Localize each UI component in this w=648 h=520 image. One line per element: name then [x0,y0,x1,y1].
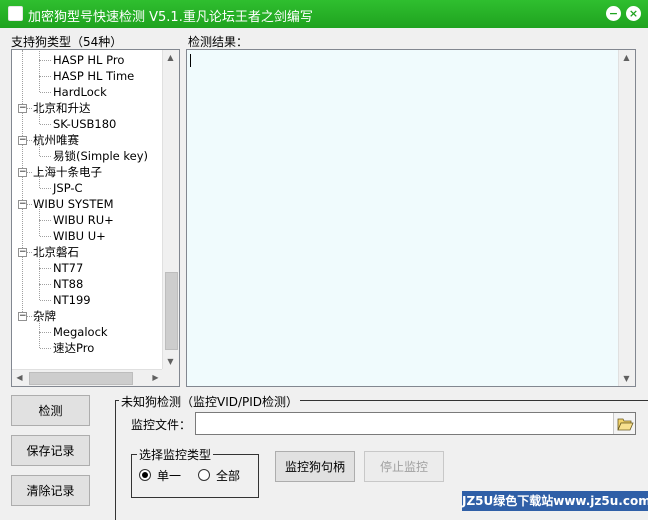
tree-branch-line [40,268,51,269]
tree-leaf-item[interactable]: NT77 [53,260,83,276]
tree-viewport: HASP HL Pro HASP HL Time HardLock − 北京和升达 SK-… [12,50,163,369]
monitor-file-label: 监控文件： [131,418,192,432]
tree-branch-line [40,92,51,93]
tree-collapse-icon[interactable]: − [18,248,27,257]
result-textarea[interactable]: ▲ ▼ [186,49,636,387]
tree-branch-line [27,204,32,205]
tree-leaf-item[interactable]: SK-USB180 [53,116,116,132]
tree-child-line [39,332,40,348]
scroll-left-icon[interactable]: ◀ [12,370,27,385]
tree-child-line [39,60,40,76]
tree-branch-line [40,348,51,349]
supported-types-caption: 支持狗类型（54种） [11,35,123,49]
tree-leaf-item[interactable]: WIBU U+ [53,228,106,244]
title-bar[interactable]: 加密狗型号快速检测 V5.1.重凡论坛王者之剑编写 − × [0,0,648,28]
tree-branch-line [40,124,51,125]
scroll-thumb[interactable] [165,272,178,350]
scroll-corner [162,369,179,386]
clear-log-button[interactable]: 清除记录 [11,475,90,506]
minimize-button[interactable]: − [606,6,621,21]
tree-child-line [39,204,40,220]
monitor-handle-button[interactable]: 监控狗句柄 [275,451,355,482]
radio-single[interactable] [139,469,151,481]
tree-child-line [39,140,40,156]
tree-child-line [39,252,40,268]
tree-child-line [39,316,40,332]
radio-all[interactable] [198,469,210,481]
save-log-button[interactable]: 保存记录 [11,435,90,466]
tree-branch-line [40,300,51,301]
tree-branch-line [40,76,51,77]
browse-button[interactable] [613,413,635,434]
tree-collapse-icon[interactable]: − [18,312,27,321]
tree-branch-line [27,108,32,109]
hscroll-thumb[interactable] [29,372,133,385]
text-caret [190,54,191,67]
tree-branch-line [27,140,32,141]
tree-horizontal-scrollbar[interactable]: ◀ ▶ [12,369,163,386]
monitor-file-input[interactable] [195,412,636,435]
tree-leaf-item[interactable]: HASP HL Pro [53,52,124,68]
tree-leaf-item[interactable]: HardLock [53,84,107,100]
tree-child-line [39,220,40,236]
window-title: 加密狗型号快速检测 V5.1.重凡论坛王者之剑编写 [28,10,313,25]
tree-leaf-item[interactable]: JSP-C [53,180,83,196]
tree-leaf-item[interactable]: WIBU RU+ [53,212,114,228]
scroll-right-icon[interactable]: ▶ [148,370,163,385]
tree-child-line [39,76,40,92]
tree-vertical-scrollbar[interactable]: ▲ ▼ [162,50,179,369]
tree-collapse-icon[interactable]: − [18,104,27,113]
tree-group-item[interactable]: WIBU SYSTEM [33,196,114,212]
tree-child-line [39,268,40,284]
tree-branch-line [27,252,32,253]
close-button[interactable]: × [626,6,641,21]
tree-branch-line [40,236,51,237]
tree-branch-line [40,332,51,333]
scroll-up-icon[interactable]: ▲ [619,50,634,65]
stop-monitor-button[interactable]: 停止监控 [364,451,444,482]
dongle-type-tree[interactable]: HASP HL Pro HASP HL Time HardLock − 北京和升达 SK-… [11,49,180,387]
tree-branch-line [27,316,32,317]
tree-child-line [39,172,40,188]
tree-group-item[interactable]: 杂牌 [33,308,56,324]
radio-single-label: 单一 [157,469,182,483]
tree-branch-line [40,60,51,61]
tree-leaf-item[interactable]: NT88 [53,276,83,292]
folder-open-icon [617,418,634,431]
scroll-down-icon[interactable]: ▼ [163,354,178,369]
tree-leaf-item[interactable]: 速达Pro [53,340,94,356]
tree-leaf-item[interactable]: HASP HL Time [53,68,134,84]
scroll-down-icon[interactable]: ▼ [619,371,634,386]
tree-leaf-item[interactable]: Megalock [53,324,108,340]
result-vertical-scrollbar[interactable]: ▲ ▼ [618,50,635,386]
tree-root-line [22,50,23,316]
tree-branch-line [27,172,32,173]
result-caption: 检测结果： [188,35,249,49]
tree-leaf-item[interactable]: NT199 [53,292,91,308]
tree-collapse-icon[interactable]: − [18,136,27,145]
monitor-type-caption: 选择监控类型 [137,446,214,463]
tree-child-line [39,50,40,60]
tree-child-line [39,284,40,300]
tree-branch-line [40,284,51,285]
radio-all-label: 全部 [216,469,241,483]
unknown-dongle-caption: 未知狗检测（监控VID/PID检测） [119,393,301,410]
tree-group-item[interactable]: 上海十条电子 [33,164,102,180]
app-icon [8,6,23,21]
tree-branch-line [40,220,51,221]
watermark-banner: JZ5U绿色下载站www.jz5u.com [462,491,648,511]
tree-group-item[interactable]: 北京和升达 [33,100,91,116]
detect-button[interactable]: 检测 [11,395,90,426]
tree-child-line [39,108,40,124]
tree-branch-line [40,156,51,157]
tree-branch-line [40,188,51,189]
tree-collapse-icon[interactable]: − [18,168,27,177]
scroll-up-icon[interactable]: ▲ [163,50,178,65]
tree-leaf-item[interactable]: 易锁(Simple key) [53,148,148,164]
tree-collapse-icon[interactable]: − [18,200,27,209]
